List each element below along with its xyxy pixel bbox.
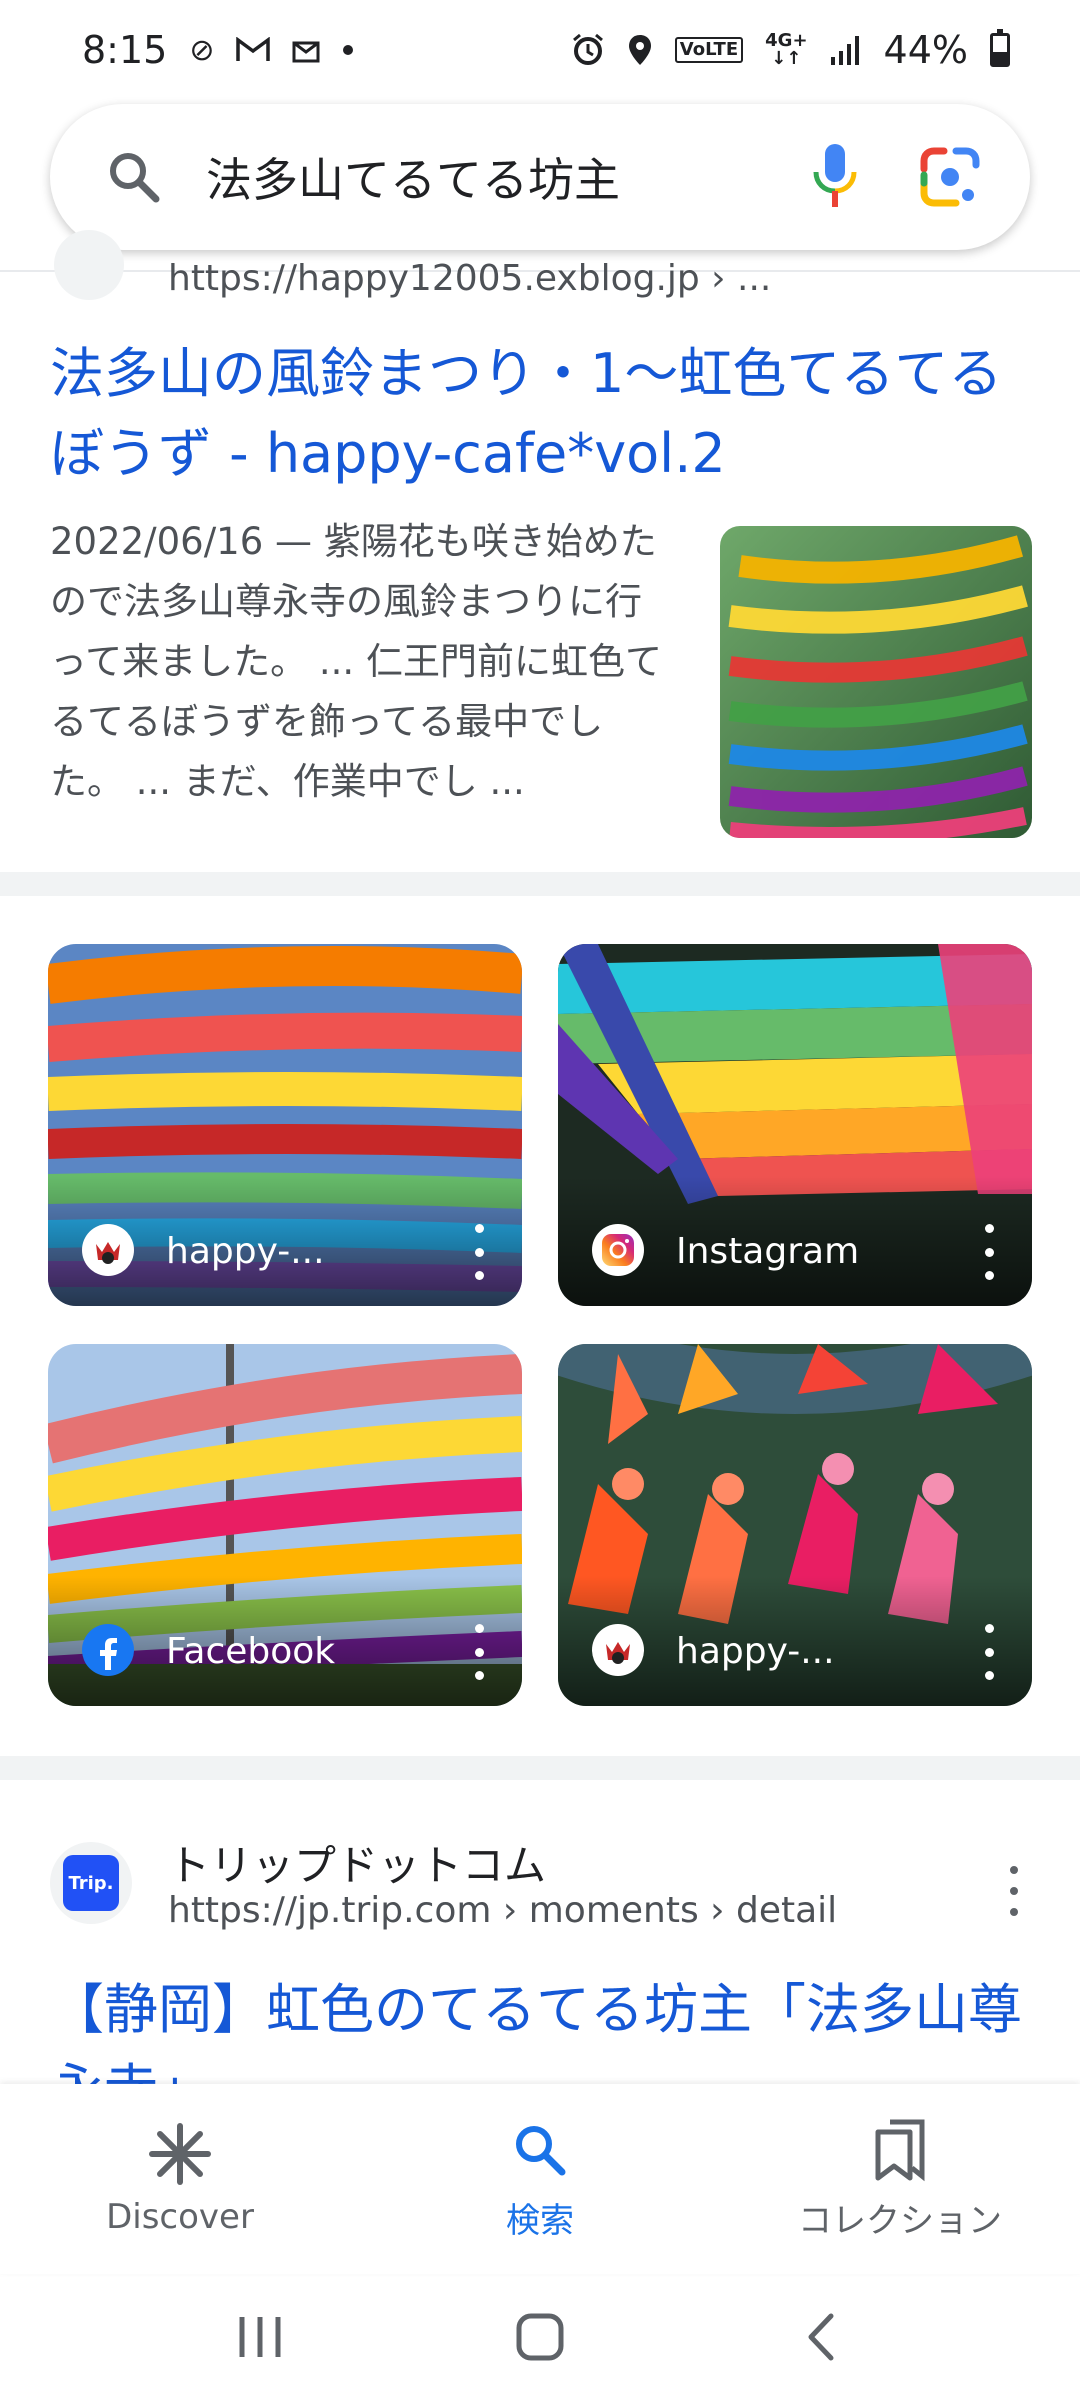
more-options-icon[interactable] — [1008, 1866, 1020, 1916]
nav-search-label: 検索 — [506, 2200, 574, 2241]
result-title-link[interactable]: 法多山の風鈴まつり・1～虹色てるてるぼうず - happy-cafe*vol.2 — [50, 334, 1030, 494]
search-icon — [510, 2117, 570, 2183]
mail-icon — [292, 37, 320, 63]
asterisk-icon — [148, 2121, 212, 2187]
location-icon — [627, 33, 653, 67]
site-favicon — [54, 230, 124, 300]
image-source-label: Instagram — [676, 1231, 860, 1272]
trip-logo: Trip. — [63, 1855, 119, 1911]
signal-icon — [830, 35, 862, 65]
instagram-icon — [592, 1224, 644, 1276]
search-input[interactable] — [206, 150, 810, 204]
notification-dot-icon — [342, 44, 354, 56]
network-arrows: ↓↑ — [771, 48, 802, 69]
more-options-icon[interactable] — [472, 1624, 486, 1680]
search-result-1: https://happy12005.exblog.jp › ... 法多山の風… — [0, 230, 1080, 872]
section-divider — [0, 1756, 1080, 1780]
status-right: VoLTE 4G+ ↓↑ 44% — [571, 28, 1010, 72]
image-result-3[interactable]: Facebook — [48, 1344, 522, 1706]
gmail-icon — [236, 37, 271, 63]
search-box[interactable] — [50, 104, 1030, 250]
image-result-4[interactable]: happy-... — [558, 1344, 1032, 1706]
battery-percent: 44% — [883, 28, 968, 72]
site-favicon: Trip. — [50, 1842, 132, 1924]
image-source-label: happy-... — [166, 1231, 325, 1272]
happy-cafe-icon — [82, 1224, 134, 1276]
recent-apps-icon[interactable] — [220, 2297, 300, 2377]
collections-icon — [872, 2117, 928, 2183]
result-thumbnail[interactable] — [720, 526, 1032, 838]
search-header — [0, 100, 1080, 272]
battery-icon — [990, 29, 1010, 67]
status-left: 8:15 ⊘ — [82, 28, 354, 72]
clock: 8:15 — [82, 28, 168, 72]
facebook-icon — [82, 1624, 134, 1676]
result-site-name[interactable]: トリップドットコム — [168, 1832, 546, 1893]
bottom-navigation: Discover 検索 コレクション — [0, 2084, 1080, 2274]
network-icon: 4G+ ↓↑ — [765, 32, 807, 68]
status-bar: 8:15 ⊘ VoLTE 4G+ ↓↑ 44% — [0, 0, 1080, 100]
google-lens-icon[interactable] — [918, 145, 982, 209]
nav-search[interactable]: 検索 — [390, 2117, 690, 2242]
image-source-label: Facebook — [166, 1631, 336, 1672]
image-result-2[interactable]: Instagram — [558, 944, 1032, 1306]
nav-collections[interactable]: コレクション — [750, 2117, 1050, 2242]
result-title-link[interactable]: 【静岡】虹色のてるてる坊主「法多山尊永寺」 — [50, 1970, 1040, 2090]
search-icon[interactable] — [104, 147, 164, 207]
microphone-icon[interactable] — [810, 142, 860, 212]
no-sync-icon: ⊘ — [189, 32, 215, 68]
result-url[interactable]: https://happy12005.exblog.jp › ... — [168, 258, 771, 299]
home-icon[interactable] — [500, 2297, 580, 2377]
nav-discover[interactable]: Discover — [30, 2121, 330, 2237]
more-options-icon[interactable] — [472, 1224, 486, 1280]
back-icon[interactable] — [780, 2297, 860, 2377]
section-divider — [0, 872, 1080, 896]
happy-cafe-icon — [592, 1624, 644, 1676]
more-options-icon[interactable] — [982, 1624, 996, 1680]
nav-collections-label: コレクション — [798, 2200, 1002, 2241]
image-source-label: happy-... — [676, 1631, 835, 1672]
image-result-1[interactable]: happy-... — [48, 944, 522, 1306]
result-snippet: 2022/06/16 — 紫陽花も咲き始めたので法多山尊永寺の風鈴まつりに行って… — [50, 520, 662, 803]
volte-icon: VoLTE — [674, 37, 744, 63]
more-options-icon[interactable] — [982, 1224, 996, 1280]
result-url[interactable]: https://jp.trip.com › moments › detail — [168, 1890, 837, 1931]
alarm-icon — [571, 33, 605, 67]
nav-discover-label: Discover — [106, 2197, 254, 2237]
system-navigation — [0, 2274, 1080, 2400]
